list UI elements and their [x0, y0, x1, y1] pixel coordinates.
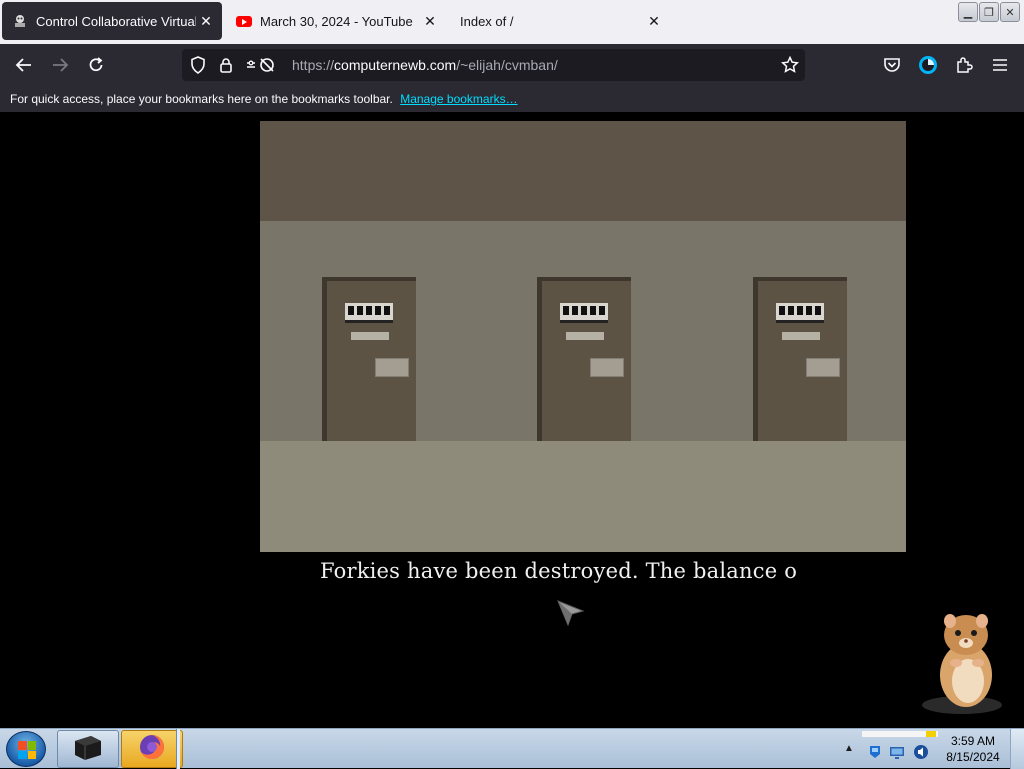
url-bar[interactable]: https://computernewb.com/~elijah/cvmban/	[182, 49, 805, 81]
taskbar-app-media-player[interactable]	[57, 730, 119, 768]
mouse-cursor-icon	[556, 599, 586, 632]
bookmarks-toolbar: For quick access, place your bookmarks h…	[0, 86, 1024, 112]
navigation-bar: https://computernewb.com/~elijah/cvmban/	[0, 44, 1024, 86]
media-player-icon	[71, 733, 105, 766]
cell-door	[537, 277, 631, 441]
corridor-floor	[260, 441, 906, 552]
door-grate	[560, 303, 608, 323]
tab-index[interactable]: Index of / ✕	[450, 2, 670, 40]
lock-icon[interactable]	[214, 54, 238, 76]
permissions-icon[interactable]	[242, 54, 278, 76]
restore-button[interactable]: ❐	[979, 2, 999, 22]
tab-title: Control Collaborative Virtual M	[36, 13, 196, 29]
firefox-icon	[138, 733, 166, 766]
door-nameplate	[782, 332, 820, 340]
clock-date: 8/15/2024	[946, 750, 1000, 764]
door-grate	[776, 303, 824, 323]
bookmarks-message: For quick access, place your bookmarks h…	[10, 92, 393, 106]
door-grate	[345, 303, 393, 323]
menu-icon[interactable]	[988, 54, 1012, 76]
page-content: Forkies have been destroyed. The balance…	[0, 112, 1024, 728]
close-window-button[interactable]: ✕	[1000, 2, 1020, 22]
window-controls: ▁ ❐ ✕	[958, 2, 1020, 22]
door-slot	[806, 358, 840, 377]
ceiling	[260, 121, 906, 221]
windows-logo-icon	[18, 741, 36, 759]
cell-door	[322, 277, 416, 441]
system-tray	[860, 729, 940, 769]
tab-cvm[interactable]: Control Collaborative Virtual M ✕	[2, 2, 222, 40]
network-icon[interactable]	[888, 741, 906, 763]
door-slot	[375, 358, 409, 377]
show-desktop-button[interactable]	[1010, 729, 1024, 769]
youtube-icon	[236, 13, 252, 29]
close-tab-icon[interactable]: ✕	[420, 11, 440, 31]
extensions-icon[interactable]	[952, 54, 976, 76]
tab-title: Index of /	[460, 13, 514, 29]
shield-icon[interactable]	[186, 54, 210, 76]
game-subtitle: Forkies have been destroyed. The balance…	[320, 559, 798, 583]
tray-band	[862, 731, 938, 737]
hamster-icon	[920, 607, 1010, 722]
tray-expand-icon[interactable]: ▲	[842, 737, 856, 759]
account-icon[interactable]	[916, 54, 940, 76]
door-nameplate	[351, 332, 389, 340]
door-slot	[590, 358, 624, 377]
game-viewport[interactable]	[260, 121, 906, 552]
close-tab-icon[interactable]: ✕	[196, 11, 216, 31]
back-icon[interactable]	[12, 54, 36, 76]
reload-icon[interactable]	[84, 54, 108, 76]
taskbar-app-firefox[interactable]	[121, 730, 183, 768]
manage-bookmarks-link[interactable]: Manage bookmarks…	[400, 92, 517, 106]
taskbar-clock[interactable]: 3:59 AM 8/15/2024	[942, 733, 1004, 765]
clock-time: 3:59 AM	[950, 734, 996, 748]
cell-door	[753, 277, 847, 441]
minimize-button[interactable]: ▁	[958, 2, 978, 22]
tab-youtube[interactable]: March 30, 2024 - YouTube ✕	[226, 2, 446, 40]
door-nameplate	[566, 332, 604, 340]
cvm-icon	[12, 13, 28, 29]
security-icon[interactable]	[866, 741, 884, 763]
tab-bar: Control Collaborative Virtual M ✕ March …	[0, 0, 1024, 44]
taskbar-divider	[176, 729, 180, 769]
bookmark-star-icon[interactable]	[778, 54, 802, 76]
pocket-icon[interactable]	[880, 54, 904, 76]
forward-icon[interactable]	[48, 54, 72, 76]
volume-icon[interactable]	[912, 741, 930, 763]
url-text[interactable]: https://computernewb.com/~elijah/cvmban/	[292, 57, 558, 73]
tab-title: March 30, 2024 - YouTube	[260, 13, 413, 29]
taskbar: ▲ 3:59 AM 8/15/2024	[0, 728, 1024, 769]
start-button[interactable]	[6, 731, 46, 767]
close-tab-icon[interactable]: ✕	[644, 11, 664, 31]
